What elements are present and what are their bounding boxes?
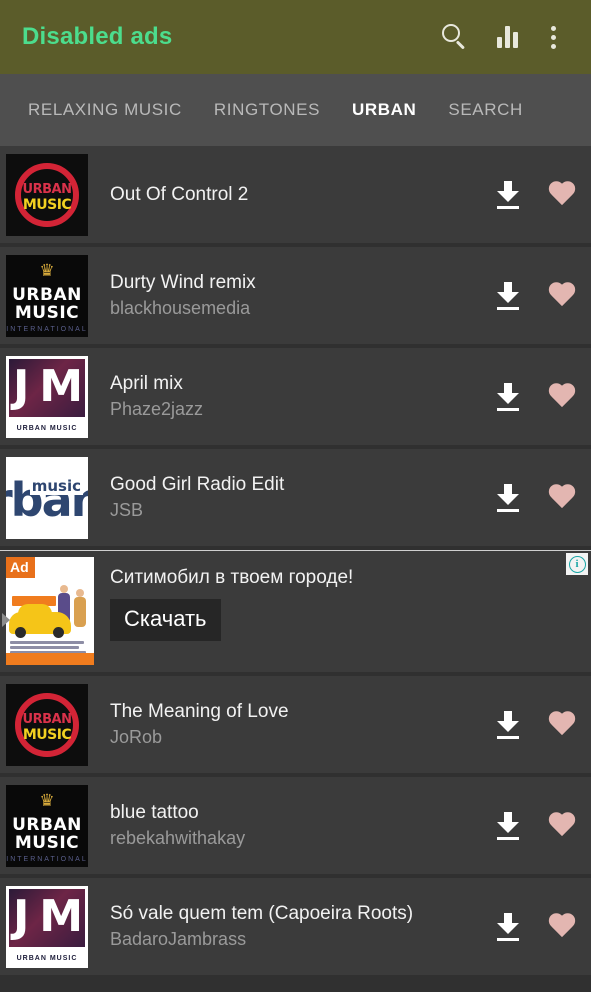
row-actions (479, 180, 577, 209)
row-actions (479, 281, 577, 310)
album-art-thumbnail: rban music (6, 456, 88, 539)
album-art-thumbnail: URBAN MUSIC (6, 153, 88, 236)
track-title: blue tattoo (110, 802, 199, 823)
album-art-thumbnail: URBAN MUSIC (6, 683, 88, 766)
advertisement-banner[interactable]: Ad Ситимобил в твоем городе! Скачать i (0, 550, 591, 672)
ad-creative-image[interactable]: Ad (6, 557, 94, 665)
urban-music-crown-icon: ♛ URBAN MUSIC INTERNATIONAL (6, 254, 88, 337)
table-row[interactable]: ♛ URBAN MUSIC INTERNATIONAL blue tattoo … (0, 777, 591, 874)
download-icon[interactable] (495, 912, 521, 941)
track-artist: BadaroJambrass (110, 929, 247, 949)
favorite-heart-icon[interactable] (547, 484, 577, 512)
download-icon[interactable] (495, 382, 521, 411)
tab-urban[interactable]: URBAN (336, 74, 432, 146)
tab-label: RINGTONES (213, 100, 321, 119)
tab-label: RELAXING MUSIC (28, 100, 182, 119)
page-title: Disabled ads (22, 23, 173, 50)
favorite-heart-icon[interactable] (547, 181, 577, 209)
ad-body: Ситимобил в твоем городе! Скачать (110, 557, 591, 641)
search-icon (442, 24, 468, 50)
ad-badge: Ad (6, 557, 35, 578)
app-bar-actions (429, 11, 573, 63)
album-art-thumbnail: ♛ URBAN MUSIC INTERNATIONAL (6, 254, 88, 337)
track-artist: blackhousemedia (110, 298, 251, 318)
app-bar: Disabled ads (0, 0, 591, 74)
tab-ringtones[interactable]: RINGTONES (198, 74, 336, 146)
track-list[interactable]: URBAN MUSIC Out Of Control 2 ♛ URBAN MUS… (0, 146, 591, 975)
table-row[interactable]: URBAN MUSIC The Meaning of Love JoRob (0, 676, 591, 773)
download-icon[interactable] (495, 180, 521, 209)
overflow-menu-button[interactable] (533, 11, 573, 63)
track-title: April mix (110, 373, 183, 394)
favorite-heart-icon[interactable] (547, 383, 577, 411)
track-artist: rebekahwithakay (110, 828, 246, 848)
track-meta: April mix Phaze2jazz (110, 371, 479, 422)
track-meta: Durty Wind remix blackhousemedia (110, 270, 479, 321)
track-artist: Phaze2jazz (110, 399, 204, 419)
album-art-thumbnail: ♛ URBAN MUSIC INTERNATIONAL (6, 784, 88, 867)
table-row[interactable]: J M URBAN MUSIC April mix Phaze2jazz (0, 348, 591, 445)
table-row[interactable]: J M URBAN MUSIC Só vale quem tem (Capoei… (0, 878, 591, 975)
ad-headline: Ситимобил в твоем городе! (110, 567, 354, 588)
tab-search[interactable]: SEARCH (432, 74, 538, 146)
ad-expand-arrow-icon[interactable] (2, 613, 10, 627)
row-actions (479, 710, 577, 739)
track-meta: The Meaning of Love JoRob (110, 699, 479, 750)
track-meta: Out Of Control 2 (110, 182, 479, 208)
row-actions (479, 811, 577, 840)
table-row[interactable]: URBAN MUSIC Out Of Control 2 (0, 146, 591, 243)
row-actions (479, 382, 577, 411)
search-button[interactable] (429, 11, 481, 63)
urban-music-crown-icon: ♛ URBAN MUSIC INTERNATIONAL (6, 784, 88, 867)
tab-relaxing-music[interactable]: RELAXING MUSIC (12, 74, 198, 146)
tab-label: SEARCH (448, 100, 523, 119)
track-artist: JSB (110, 500, 144, 520)
download-icon[interactable] (495, 811, 521, 840)
favorite-heart-icon[interactable] (547, 812, 577, 840)
tab-bar: RELAXING MUSIC RINGTONES URBAN SEARCH (0, 74, 591, 146)
overflow-menu-icon (550, 25, 556, 49)
charts-button[interactable] (481, 11, 533, 63)
table-row[interactable]: ♛ URBAN MUSIC INTERNATIONAL Durty Wind r… (0, 247, 591, 344)
track-title: Out Of Control 2 (110, 183, 249, 205)
download-icon[interactable] (495, 710, 521, 739)
track-title: Durty Wind remix (110, 272, 256, 293)
row-actions (479, 912, 577, 941)
track-meta: blue tattoo rebekahwithakay (110, 800, 479, 851)
track-meta: Só vale quem tem (Capoeira Roots) Badaro… (110, 901, 479, 952)
jam-urban-music-icon: J M URBAN MUSIC (6, 885, 88, 968)
equalizer-icon (496, 26, 518, 48)
urban-music-circle-icon: URBAN MUSIC (6, 683, 88, 766)
table-row[interactable]: rban music Good Girl Radio Edit JSB (0, 449, 591, 546)
info-icon: i (568, 555, 586, 573)
album-art-thumbnail: J M URBAN MUSIC (6, 355, 88, 438)
download-icon[interactable] (495, 483, 521, 512)
track-meta: Good Girl Radio Edit JSB (110, 472, 479, 523)
favorite-heart-icon[interactable] (547, 282, 577, 310)
urban-music-circle-icon: URBAN MUSIC (6, 153, 88, 236)
favorite-heart-icon[interactable] (547, 913, 577, 941)
track-title: The Meaning of Love (110, 701, 289, 722)
row-actions (479, 483, 577, 512)
ad-info-button[interactable]: i (566, 553, 588, 575)
jam-urban-music-icon: J M URBAN MUSIC (6, 355, 88, 438)
album-art-thumbnail: J M URBAN MUSIC (6, 885, 88, 968)
urban-music-blue-icon: rban music (6, 456, 88, 539)
ad-download-button[interactable]: Скачать (110, 599, 221, 641)
tab-label: URBAN (352, 100, 417, 119)
track-title: Só vale quem tem (Capoeira Roots) (110, 903, 414, 924)
favorite-heart-icon[interactable] (547, 711, 577, 739)
track-title: Good Girl Radio Edit (110, 474, 285, 495)
track-artist: JoRob (110, 727, 163, 747)
download-icon[interactable] (495, 281, 521, 310)
